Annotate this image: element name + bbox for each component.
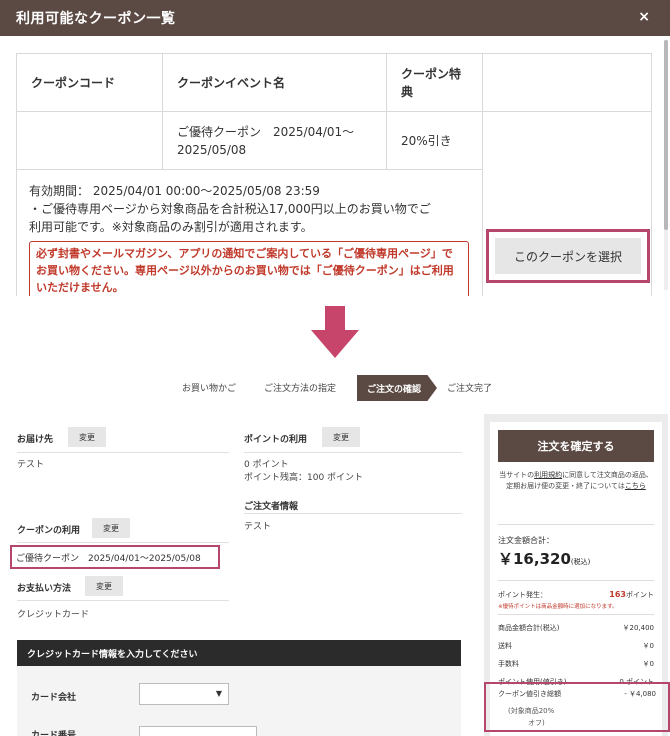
divider [17, 600, 229, 601]
payment-label: お支払い方法 [17, 584, 72, 594]
terms-link[interactable]: 利用規約 [534, 471, 562, 479]
step-order-method: ご注文方法の指定 [264, 384, 337, 394]
modal-header: 利用可能なクーポン一覧 × [0, 0, 670, 36]
orderer-label: ご注文者情報 [244, 502, 299, 512]
divider [244, 513, 462, 514]
divider [244, 452, 462, 453]
change-coupon-button[interactable]: 変更 [92, 518, 130, 538]
change-delivery-button[interactable]: 変更 [68, 427, 106, 447]
points-earn-number: 163 [609, 590, 626, 599]
card-number-input[interactable] [139, 726, 257, 736]
divider [498, 614, 654, 615]
points-note: ※優待ポイントは商品金額時に適加になります。 [498, 604, 618, 610]
coupon-discount-note: (対象商品20% オフ) [508, 705, 554, 729]
coupon-discount-label: クーポン値引き総額 [498, 690, 561, 698]
down-arrow-icon [311, 306, 359, 358]
summary-row-value: ￥20,400 [622, 624, 655, 632]
modal-title: 利用可能なクーポン一覧 [16, 11, 176, 27]
summary-row-label: 商品金額合計(税込) [498, 624, 560, 632]
summary-row-label: 手数料 [498, 660, 519, 668]
points-label: ポイントの利用 [244, 435, 308, 445]
header-coupon-code: クーポンコード [16, 53, 163, 112]
divider [498, 524, 654, 525]
coupon-list-modal: 利用可能なクーポン一覧 × クーポンコード クーポンイベント名 クーポン特典 ご… [0, 0, 670, 296]
select-coupon-button[interactable]: このクーポンを選択 [495, 238, 641, 274]
discount-note-line-1: (対象商品20% [508, 707, 555, 715]
discount-note-line-2: オフ) [528, 719, 545, 727]
points-unit: ポイント [626, 591, 654, 599]
card-company-select[interactable]: ▼ [139, 683, 229, 705]
total-amount: ￥16,320 [498, 550, 571, 568]
divider [17, 452, 229, 453]
coupon-discount-value: - ￥4,080 [624, 690, 656, 698]
summary-row-value: ￥0 [642, 642, 654, 650]
confirm-order-button[interactable]: 注文を確定する [498, 430, 654, 462]
points-used: 0 ポイント [244, 460, 289, 470]
checkout-steps: お買い物かご ご注文方法の指定 ご注文の確認 ご注文完了 [0, 375, 670, 401]
points-earn-label: ポイント発生： [498, 591, 547, 599]
coupon-usage-label: クーポンの利用 [17, 526, 81, 536]
points-earn-value: 163ポイント [609, 590, 654, 600]
total-label: 注文金額合計： [498, 536, 554, 545]
orderer-value: テスト [244, 522, 272, 532]
coupon-discount-highlight: クーポン値引き総額 - ￥4,080 (対象商品20% オフ) [484, 682, 670, 732]
summary-row-value: ￥0 [642, 660, 654, 668]
step-order-confirm: ご注文の確認 [357, 375, 437, 401]
card-company-label: カード会社 [31, 693, 77, 703]
divider [17, 542, 229, 543]
header-coupon-event: クーポンイベント名 [161, 53, 387, 112]
chevron-down-icon: ▼ [215, 689, 222, 698]
summary-row-label: 送料 [498, 642, 512, 650]
header-coupon-benefit: クーポン特典 [385, 53, 483, 112]
validity-period: 有効期間： 2025/04/01 00:00～2025/05/08 23:59 [29, 184, 320, 198]
card-number-label: カード番号 [31, 731, 77, 736]
cell-coupon-code [16, 111, 163, 170]
cell-coupon-event: ご優待クーポン 2025/04/01～2025/05/08 [161, 111, 387, 170]
terms-pre: 当サイトの [499, 471, 535, 479]
terms-link-here[interactable]: こちら [625, 482, 646, 490]
total-value: ￥16,320(税込) [498, 548, 590, 569]
change-points-button[interactable]: 変更 [322, 427, 360, 447]
cell-coupon-benefit: 20%引き [385, 111, 483, 170]
coupon-value: ご優待クーポン 2025/04/01～2025/05/08 [16, 554, 201, 564]
close-icon[interactable]: × [638, 9, 650, 25]
divider [498, 580, 654, 581]
credit-card-form: カード会社 ▼ カード番号 [17, 666, 461, 736]
modal-scrollbar-thumb[interactable] [664, 40, 668, 230]
header-action [481, 53, 653, 112]
delivery-label: お届け先 [17, 435, 54, 445]
points-balance: ポイント残高：100 ポイント [244, 473, 364, 483]
coupon-condition-2: 利用可能です。※対象商品のみ割引が適用されます。 [29, 220, 313, 234]
coupon-value-highlight: ご優待クーポン 2025/04/01～2025/05/08 [10, 545, 220, 569]
credit-card-header: クレジットカード情報を入力してください [17, 640, 461, 666]
modal-body: クーポンコード クーポンイベント名 クーポン特典 ご優待クーポン 2025/04… [0, 36, 670, 296]
delivery-value: テスト [17, 460, 45, 470]
select-button-highlight: このクーポンを選択 [486, 229, 650, 283]
coupon-condition-1: ・ご優待専用ページから対象商品を合計税込17,000円以上のお買い物でご [29, 202, 431, 216]
step-order-complete: ご注文完了 [447, 384, 493, 394]
terms-text: 当サイトの利用規約に同意して注文商品の返品、定期お届け便の変更・終了についてはこ… [498, 470, 654, 492]
coupon-notice: 必ず封書やメールマガジン、アプリの通知でご案内している「ご優待専用ページ」でお買… [29, 241, 469, 296]
step-cart: お買い物かご [182, 384, 237, 394]
payment-value: クレジットカード [17, 610, 90, 620]
total-tax: (税込) [570, 558, 591, 566]
coupon-detail: 有効期間： 2025/04/01 00:00～2025/05/08 23:59 … [16, 169, 483, 296]
change-payment-button[interactable]: 変更 [85, 576, 123, 596]
